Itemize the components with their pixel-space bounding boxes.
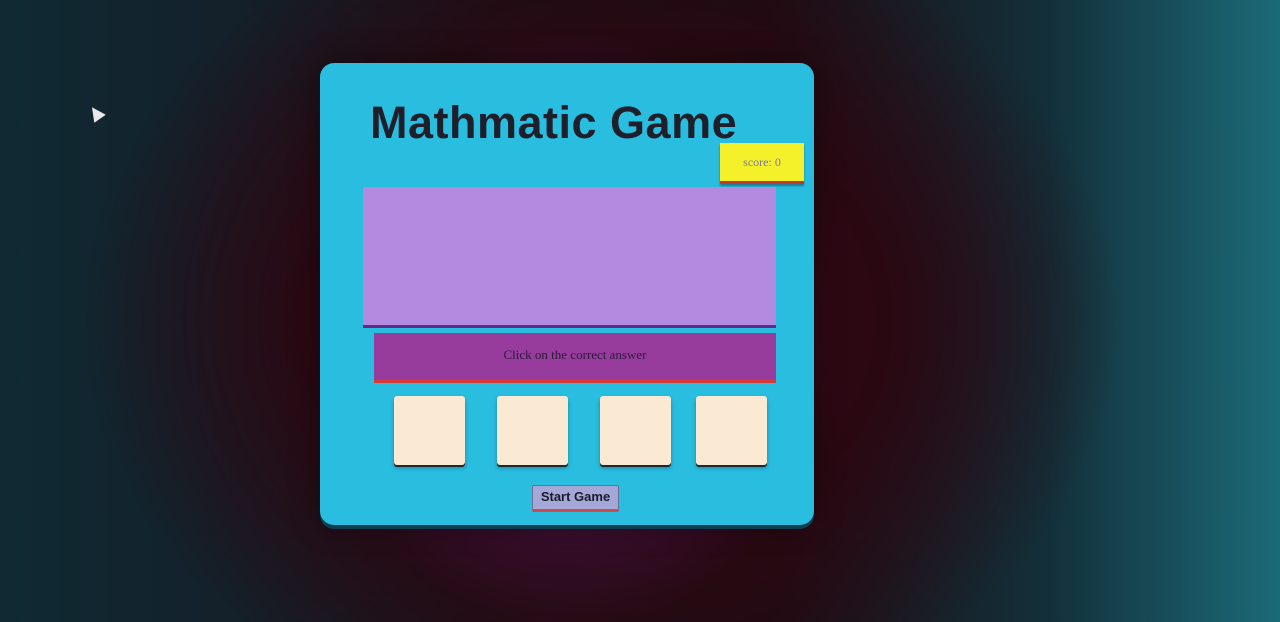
answer-choices — [394, 394, 770, 466]
score-box: score: 0 — [720, 143, 804, 184]
game-container: Mathmatic Game score: 0 Click on the cor… — [320, 63, 814, 525]
answer-choice-1[interactable] — [394, 396, 465, 465]
answer-choice-3[interactable] — [600, 396, 671, 465]
mouse-pointer-icon — [86, 103, 106, 123]
start-game-button[interactable]: Start Game — [532, 485, 619, 512]
question-display — [363, 187, 776, 328]
answer-choice-2[interactable] — [497, 396, 568, 465]
answer-choice-4[interactable] — [696, 396, 767, 465]
instruction-banner: Click on the correct answer — [374, 333, 776, 383]
game-title: Mathmatic Game — [370, 97, 738, 148]
